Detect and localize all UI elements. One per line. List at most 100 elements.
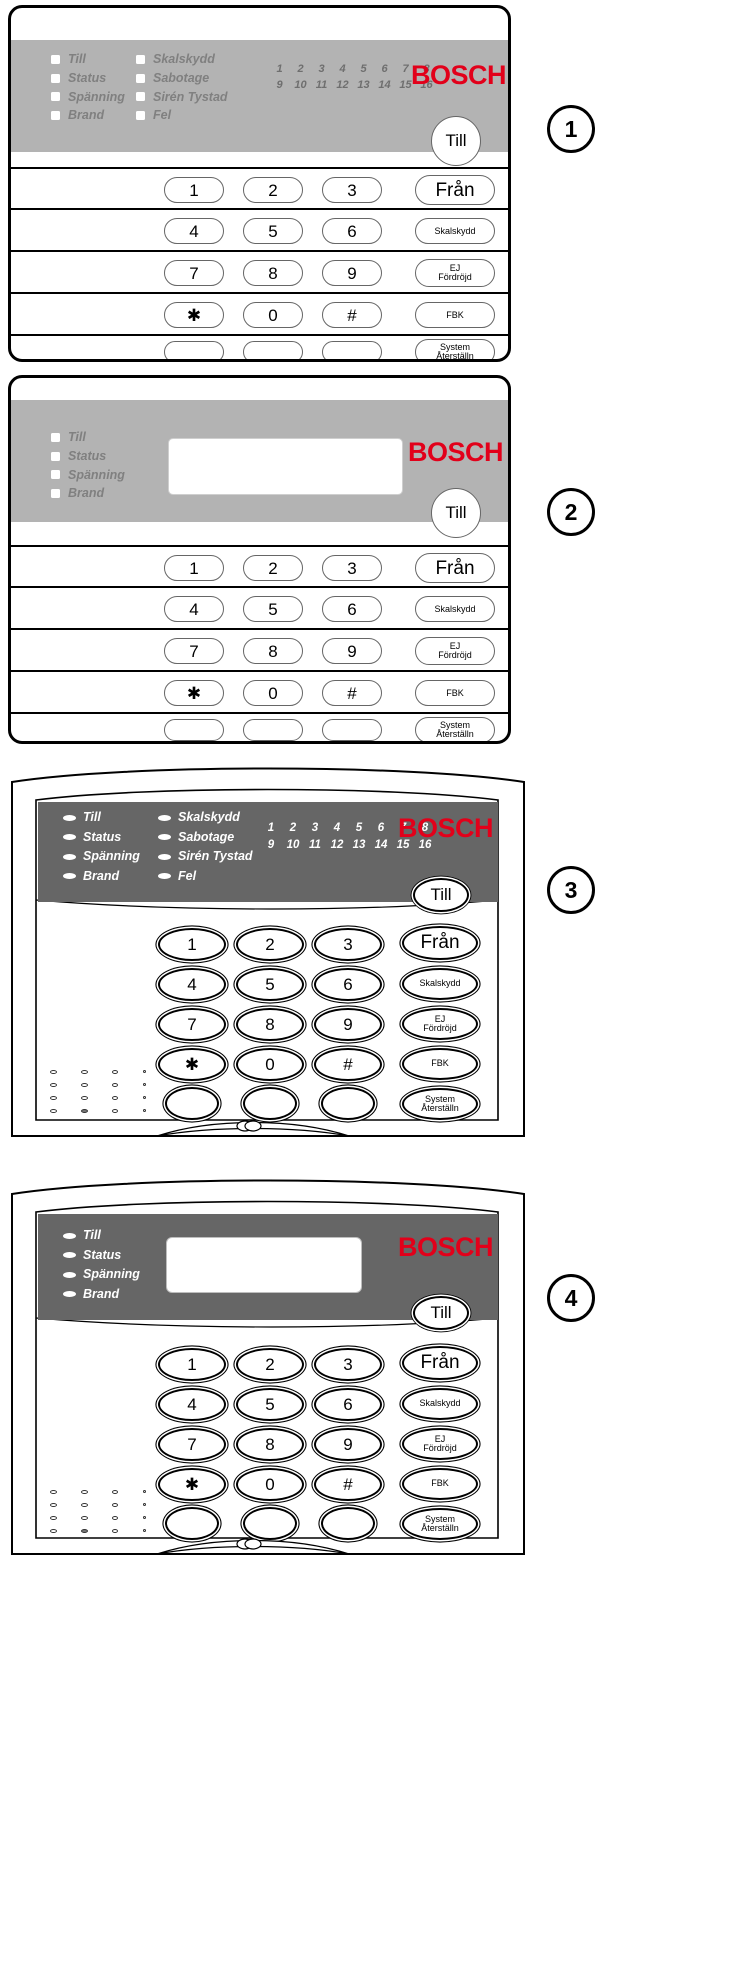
key-9[interactable]: 9 [322,260,382,286]
system-aterstalln-button[interactable]: System Återställn [402,1508,478,1540]
key-hash[interactable]: # [322,302,382,328]
led-item-brand: Brand [51,484,125,503]
fran-button[interactable]: Från [415,175,495,205]
key-label-line2: Återställn [436,351,474,361]
key-5[interactable]: 5 [243,596,303,622]
key-hash[interactable]: # [322,680,382,706]
fbk-button[interactable]: FBK [402,1468,478,1500]
key-8[interactable]: 8 [236,1008,304,1041]
zone-number: 13 [352,839,366,851]
ej-fordrojd-button[interactable]: EJ Fördröjd [402,1008,478,1040]
fbk-button[interactable]: FBK [402,1048,478,1080]
zone-number: 7 [402,63,409,75]
key-1[interactable]: 1 [158,1348,226,1381]
key-2[interactable]: 2 [236,928,304,961]
led-indicator-icon [51,489,60,499]
key-label: 8 [265,1434,275,1454]
key-8[interactable]: 8 [236,1428,304,1461]
key-5[interactable]: 5 [236,1388,304,1421]
key-0[interactable]: 0 [243,680,303,706]
skalskydd-button[interactable]: Skalskydd [402,968,478,1000]
ej-fordrojd-button[interactable]: EJ Fördröjd [415,637,495,665]
key-6[interactable]: 6 [322,218,382,244]
key-blank-center[interactable] [243,719,303,741]
led-label: Fel [153,108,172,123]
key-8[interactable]: 8 [243,638,303,664]
key-2[interactable]: 2 [243,555,303,581]
led-label: Status [83,829,122,844]
key-blank-right[interactable] [322,719,382,741]
key-hash[interactable]: # [314,1048,382,1081]
key-8[interactable]: 8 [243,260,303,286]
key-5[interactable]: 5 [236,968,304,1001]
till-button[interactable]: Till [413,1296,469,1330]
fbk-button[interactable]: FBK [415,680,495,706]
key-3[interactable]: 3 [314,1348,382,1381]
skalskydd-button[interactable]: Skalskydd [415,596,495,622]
key-6[interactable]: 6 [314,1388,382,1421]
key-2[interactable]: 2 [243,177,303,203]
key-1[interactable]: 1 [164,555,224,581]
key-9[interactable]: 9 [314,1008,382,1041]
key-star[interactable]: ✱ [164,680,224,706]
key-blank-left[interactable] [164,341,224,359]
key-0[interactable]: 0 [236,1468,304,1501]
key-1[interactable]: 1 [158,928,226,961]
key-0[interactable]: 0 [236,1048,304,1081]
key-3[interactable]: 3 [314,928,382,961]
key-hash[interactable]: # [314,1468,382,1501]
skalskydd-button[interactable]: Skalskydd [402,1388,478,1420]
system-aterstalln-button[interactable]: System Återställn [415,717,495,741]
speaker-hole-row [50,1485,146,1498]
led-indicator-icon [63,814,76,821]
key-7[interactable]: 7 [164,638,224,664]
keypad-row-4: ✱ 0 # FBK [11,670,508,712]
figure-marker-3: 3 [547,866,595,914]
key-2[interactable]: 2 [236,1348,304,1381]
panel-4-bottom-latch [156,1538,350,1555]
key-6[interactable]: 6 [322,596,382,622]
key-star[interactable]: ✱ [164,302,224,328]
key-4[interactable]: 4 [158,968,226,1001]
ej-fordrojd-button[interactable]: EJ Fördröjd [402,1428,478,1460]
key-label: 0 [265,1474,275,1494]
key-7[interactable]: 7 [158,1008,226,1041]
key-6[interactable]: 6 [314,968,382,1001]
key-9[interactable]: 9 [322,638,382,664]
fran-button[interactable]: Från [402,1346,478,1380]
fran-button[interactable]: Från [402,926,478,960]
ej-fordrojd-button[interactable]: EJ Fördröjd [415,259,495,287]
zone-number: 1 [267,822,275,834]
key-blank-right[interactable] [322,341,382,359]
key-3[interactable]: 3 [322,555,382,581]
till-button[interactable]: Till [431,116,481,166]
led-indicator-icon [63,873,76,880]
key-9[interactable]: 9 [314,1428,382,1461]
till-button[interactable]: Till [413,878,469,912]
fran-button[interactable]: Från [415,553,495,583]
speaker-hole [143,1516,146,1519]
key-1[interactable]: 1 [164,177,224,203]
system-aterstalln-button[interactable]: System Återställn [402,1088,478,1120]
key-0[interactable]: 0 [243,302,303,328]
key-7[interactable]: 7 [158,1428,226,1461]
key-4[interactable]: 4 [164,596,224,622]
key-7[interactable]: 7 [164,260,224,286]
skalskydd-button[interactable]: Skalskydd [415,218,495,244]
key-5[interactable]: 5 [243,218,303,244]
key-label: Från [435,557,475,579]
key-blank-left[interactable] [164,719,224,741]
led-item-fel: Fel [136,106,228,125]
system-aterstalln-button[interactable]: System Återställn [415,339,495,361]
fbk-button[interactable]: FBK [415,302,495,328]
key-label: Skalskydd [419,1398,461,1409]
key-4[interactable]: 4 [164,218,224,244]
key-3[interactable]: 3 [322,177,382,203]
till-button[interactable]: Till [431,488,481,538]
key-4[interactable]: 4 [158,1388,226,1421]
key-star[interactable]: ✱ [158,1468,226,1501]
key-label-line2: Återställn [421,1523,459,1533]
panel-3-bottom-latch [156,1120,350,1137]
key-star[interactable]: ✱ [158,1048,226,1081]
key-blank-center[interactable] [243,341,303,359]
